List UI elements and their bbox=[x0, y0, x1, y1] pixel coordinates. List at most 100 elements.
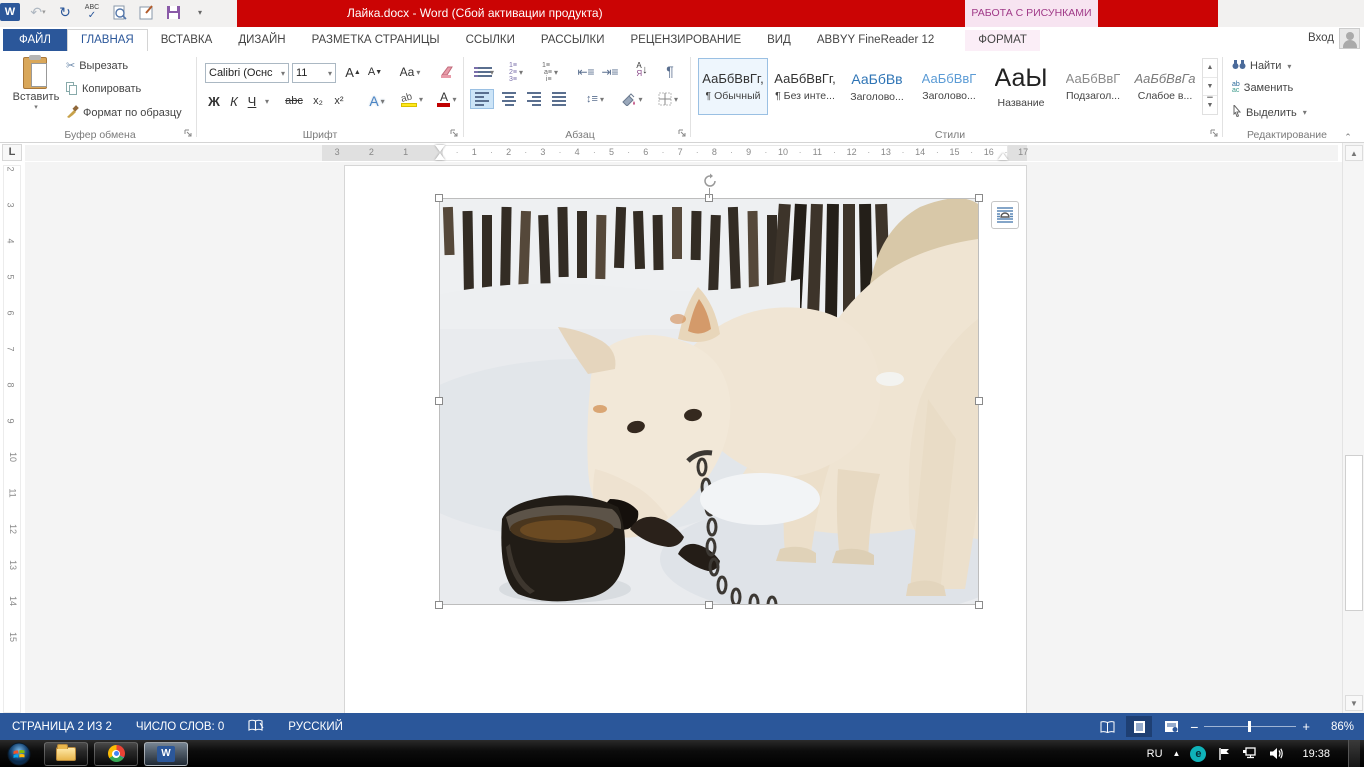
right-indent-marker[interactable] bbox=[998, 153, 1008, 160]
select-button[interactable]: Выделить▾ bbox=[1232, 105, 1307, 120]
proofing-icon[interactable] bbox=[236, 719, 276, 735]
hanging-indent-marker[interactable] bbox=[435, 153, 445, 160]
word-count[interactable]: ЧИСЛО СЛОВ: 0 bbox=[124, 721, 236, 733]
resize-handle-s[interactable] bbox=[705, 601, 713, 609]
zoom-in-icon[interactable]: + bbox=[1302, 719, 1310, 734]
tab-review[interactable]: РЕЦЕНЗИРОВАНИЕ bbox=[618, 30, 755, 51]
align-left-button[interactable] bbox=[470, 89, 494, 109]
avatar[interactable] bbox=[1339, 28, 1360, 49]
style-no-spacing[interactable]: АаБбВвГг, ¶ Без инте... bbox=[770, 58, 840, 115]
resize-handle-w[interactable] bbox=[435, 397, 443, 405]
qat-customize-icon[interactable]: ▾ bbox=[191, 3, 209, 21]
action-center-flag-icon[interactable] bbox=[1216, 746, 1232, 762]
subscript-button[interactable]: x₂ bbox=[308, 91, 328, 111]
scrollbar-thumb[interactable] bbox=[1345, 455, 1363, 611]
format-painter-button[interactable]: Формат по образцу bbox=[66, 105, 182, 121]
zoom-level[interactable]: 86% bbox=[1316, 721, 1354, 733]
save-icon[interactable] bbox=[164, 3, 182, 21]
layout-options-button[interactable] bbox=[991, 201, 1019, 229]
resize-handle-ne[interactable] bbox=[975, 194, 983, 202]
tab-view[interactable]: ВИД bbox=[754, 30, 804, 51]
eset-icon[interactable]: e bbox=[1190, 746, 1206, 762]
shading-button[interactable]: ▾ bbox=[617, 89, 647, 109]
scroll-down-icon[interactable]: ▼ bbox=[1345, 695, 1363, 711]
language-indicator[interactable]: РУССКИЙ bbox=[276, 721, 355, 733]
undo-icon[interactable]: ↶▾ bbox=[29, 3, 47, 21]
text-effects-button[interactable]: А▾ bbox=[362, 91, 392, 111]
taskbar-explorer-button[interactable] bbox=[44, 742, 88, 766]
tab-mailings[interactable]: РАССЫЛКИ bbox=[528, 30, 618, 51]
tab-abbyy[interactable]: ABBYY FineReader 12 bbox=[804, 30, 947, 51]
web-layout-icon[interactable] bbox=[1158, 716, 1184, 737]
bullets-button[interactable]: ▾ bbox=[470, 62, 498, 82]
style-subtitle[interactable]: АаБбВвГ Подзагол... bbox=[1058, 58, 1128, 115]
styles-scroll-up-icon[interactable]: ▲ bbox=[1203, 59, 1217, 78]
tab-home[interactable]: ГЛАВНАЯ bbox=[67, 29, 148, 52]
selected-picture[interactable] bbox=[440, 199, 978, 604]
resize-handle-nw[interactable] bbox=[435, 194, 443, 202]
zoom-slider[interactable]: − + bbox=[1190, 719, 1310, 735]
font-color-button[interactable]: А ▾ bbox=[432, 89, 462, 109]
rotate-handle-icon[interactable] bbox=[702, 173, 718, 189]
contextual-tab-group-picture-tools[interactable]: РАБОТА С РИСУНКАМИ bbox=[965, 0, 1098, 27]
print-preview-icon[interactable] bbox=[110, 3, 128, 21]
first-line-indent-marker[interactable] bbox=[435, 145, 445, 152]
vertical-scrollbar[interactable]: ▲ ▼ bbox=[1342, 143, 1364, 713]
styles-more-icon[interactable]: ▼▔ bbox=[1203, 96, 1217, 114]
cut-button[interactable]: ✂ Вырезать bbox=[66, 59, 128, 72]
paste-dropdown-arrow[interactable]: ▾ bbox=[34, 103, 38, 111]
zoom-out-icon[interactable]: − bbox=[1190, 719, 1198, 735]
ruler-vertical[interactable]: 23456789101112131415 bbox=[3, 165, 21, 713]
tab-file[interactable]: ФАЙЛ bbox=[3, 29, 67, 51]
taskbar-word-button[interactable]: W bbox=[144, 742, 188, 766]
borders-button[interactable]: ▾ bbox=[652, 89, 684, 109]
tab-page-layout[interactable]: РАЗМЕТКА СТРАНИЦЫ bbox=[299, 30, 453, 51]
tray-expand-icon[interactable]: ▲ bbox=[1173, 749, 1181, 758]
style-heading1[interactable]: АаБбВв Заголово... bbox=[842, 58, 912, 115]
network-icon[interactable] bbox=[1242, 746, 1258, 762]
tab-selector[interactable]: L bbox=[2, 144, 22, 161]
resize-handle-se[interactable] bbox=[975, 601, 983, 609]
clipboard-dialog-launcher[interactable] bbox=[184, 129, 194, 139]
tab-picture-format[interactable]: ФОРМАТ bbox=[965, 30, 1040, 51]
copy-button[interactable]: Копировать bbox=[66, 82, 141, 95]
volume-icon[interactable] bbox=[1268, 746, 1284, 762]
underline-button[interactable]: Ч bbox=[244, 91, 260, 111]
decrease-indent-button[interactable]: ⇤≡ bbox=[574, 62, 598, 82]
bold-button[interactable]: Ж bbox=[205, 91, 223, 111]
highlight-button[interactable]: ab ▾ bbox=[396, 89, 428, 109]
show-desktop-button[interactable] bbox=[1348, 740, 1360, 767]
spellcheck-icon[interactable]: ABC✓ bbox=[83, 3, 101, 21]
find-button[interactable]: Найти▾ bbox=[1232, 59, 1291, 73]
style-subtle-emphasis[interactable]: АаБбВвГа Слабое в... bbox=[1130, 58, 1200, 115]
align-center-button[interactable] bbox=[497, 89, 521, 109]
font-size-combo[interactable]: 11 ▾ bbox=[292, 63, 336, 83]
word-logo-icon[interactable]: W bbox=[0, 3, 20, 21]
show-paragraph-marks-button[interactable]: ¶ bbox=[660, 61, 680, 81]
resize-handle-sw[interactable] bbox=[435, 601, 443, 609]
print-layout-icon[interactable] bbox=[1126, 716, 1152, 737]
read-mode-icon[interactable] bbox=[1094, 716, 1120, 737]
quick-edit-icon[interactable] bbox=[137, 3, 155, 21]
line-spacing-button[interactable]: ↕≡▾ bbox=[580, 89, 610, 109]
sort-button[interactable]: АЯ↓ bbox=[630, 60, 654, 80]
style-heading2[interactable]: АаБбВвГ Заголово... bbox=[914, 58, 984, 115]
clock[interactable]: 19:38 bbox=[1294, 748, 1338, 760]
underline-dropdown[interactable]: ▾ bbox=[261, 91, 271, 111]
taskbar-chrome-button[interactable] bbox=[94, 742, 138, 766]
multilevel-list-button[interactable]: 1≡ a≡ i≡▾ bbox=[534, 62, 566, 82]
align-right-button[interactable] bbox=[522, 89, 546, 109]
replace-button[interactable]: abac Заменить bbox=[1232, 82, 1293, 94]
clear-formatting-button[interactable] bbox=[437, 62, 459, 82]
grow-font-button[interactable]: A▲ bbox=[343, 62, 363, 82]
italic-button[interactable]: К bbox=[226, 91, 242, 111]
paragraph-dialog-launcher[interactable] bbox=[678, 129, 688, 139]
keyboard-language[interactable]: RU bbox=[1147, 748, 1163, 760]
style-title[interactable]: АаЫ Название bbox=[986, 58, 1056, 115]
tab-references[interactable]: ССЫЛКИ bbox=[453, 30, 528, 51]
shrink-font-button[interactable]: A▼ bbox=[365, 62, 385, 82]
font-dialog-launcher[interactable] bbox=[450, 129, 460, 139]
page-indicator[interactable]: СТРАНИЦА 2 ИЗ 2 bbox=[0, 721, 124, 733]
numbering-button[interactable]: 1≡2≡3≡▾ bbox=[502, 62, 530, 82]
style-normal[interactable]: АаБбВвГг, ¶ Обычный bbox=[698, 58, 768, 115]
